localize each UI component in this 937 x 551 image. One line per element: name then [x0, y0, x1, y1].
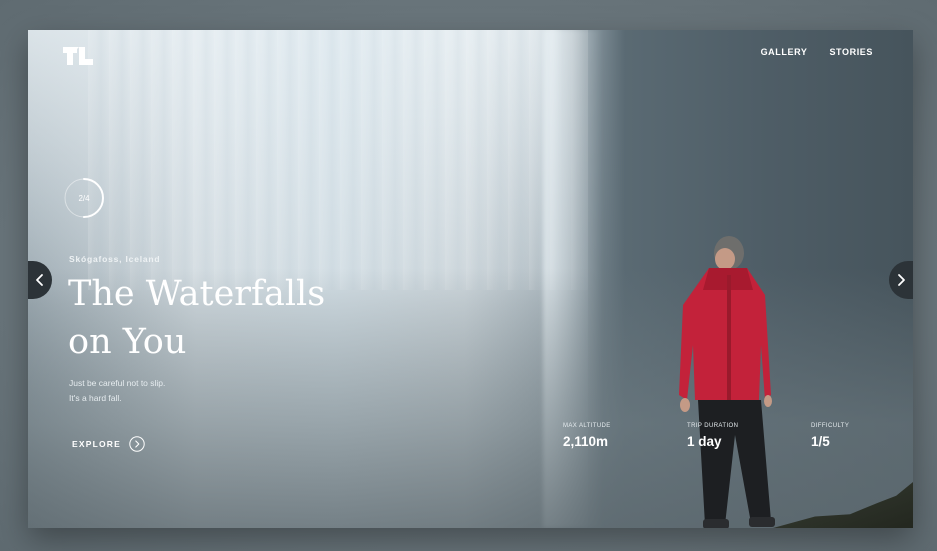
slide-counter-label: 2/4: [78, 193, 90, 203]
explore-button[interactable]: EXPLORE: [72, 436, 145, 452]
nav-gallery-link[interactable]: GALLERY: [761, 47, 808, 57]
stat-trip-duration: TRIP DURATION 1 day: [687, 423, 738, 449]
chevron-right-circle-icon: [129, 436, 145, 452]
subtitle: Just be careful not to slip. It's a hard…: [69, 376, 165, 406]
stat-value: 1/5: [811, 434, 830, 449]
subtitle-line-1: Just be careful not to slip.: [69, 378, 166, 388]
title-line-1: The Waterfalls: [68, 274, 326, 314]
location-label: Skógafoss, Iceland: [69, 254, 161, 264]
slide-counter: 2/4: [63, 177, 105, 219]
stat-label: TRIP DURATION: [687, 423, 739, 429]
stat-value: 1 day: [687, 434, 722, 449]
stat-value: 2,110m: [563, 434, 609, 449]
subtitle-line-2: It's a hard fall.: [69, 393, 122, 403]
chevron-left-icon: [36, 274, 43, 286]
stat-max-altitude: MAX ALTITUDE 2,110m: [563, 423, 611, 449]
stat-label: DIFFICULTY: [811, 423, 850, 429]
nav-stories-link[interactable]: STORIES: [829, 47, 873, 57]
stat-label: MAX ALTITUDE: [563, 423, 611, 429]
explore-label: EXPLORE: [72, 439, 122, 449]
waterfall-streaks: [88, 30, 588, 290]
top-nav: GALLERY STORIES: [761, 47, 873, 57]
chevron-right-icon: [898, 274, 905, 286]
brand-logo[interactable]: [63, 45, 95, 67]
title-line-2: on You: [68, 322, 187, 362]
page-title: The Waterfalls on You: [68, 270, 388, 366]
stat-difficulty: DIFFICULTY 1/5: [811, 423, 849, 449]
hiker-figure: [679, 236, 775, 528]
